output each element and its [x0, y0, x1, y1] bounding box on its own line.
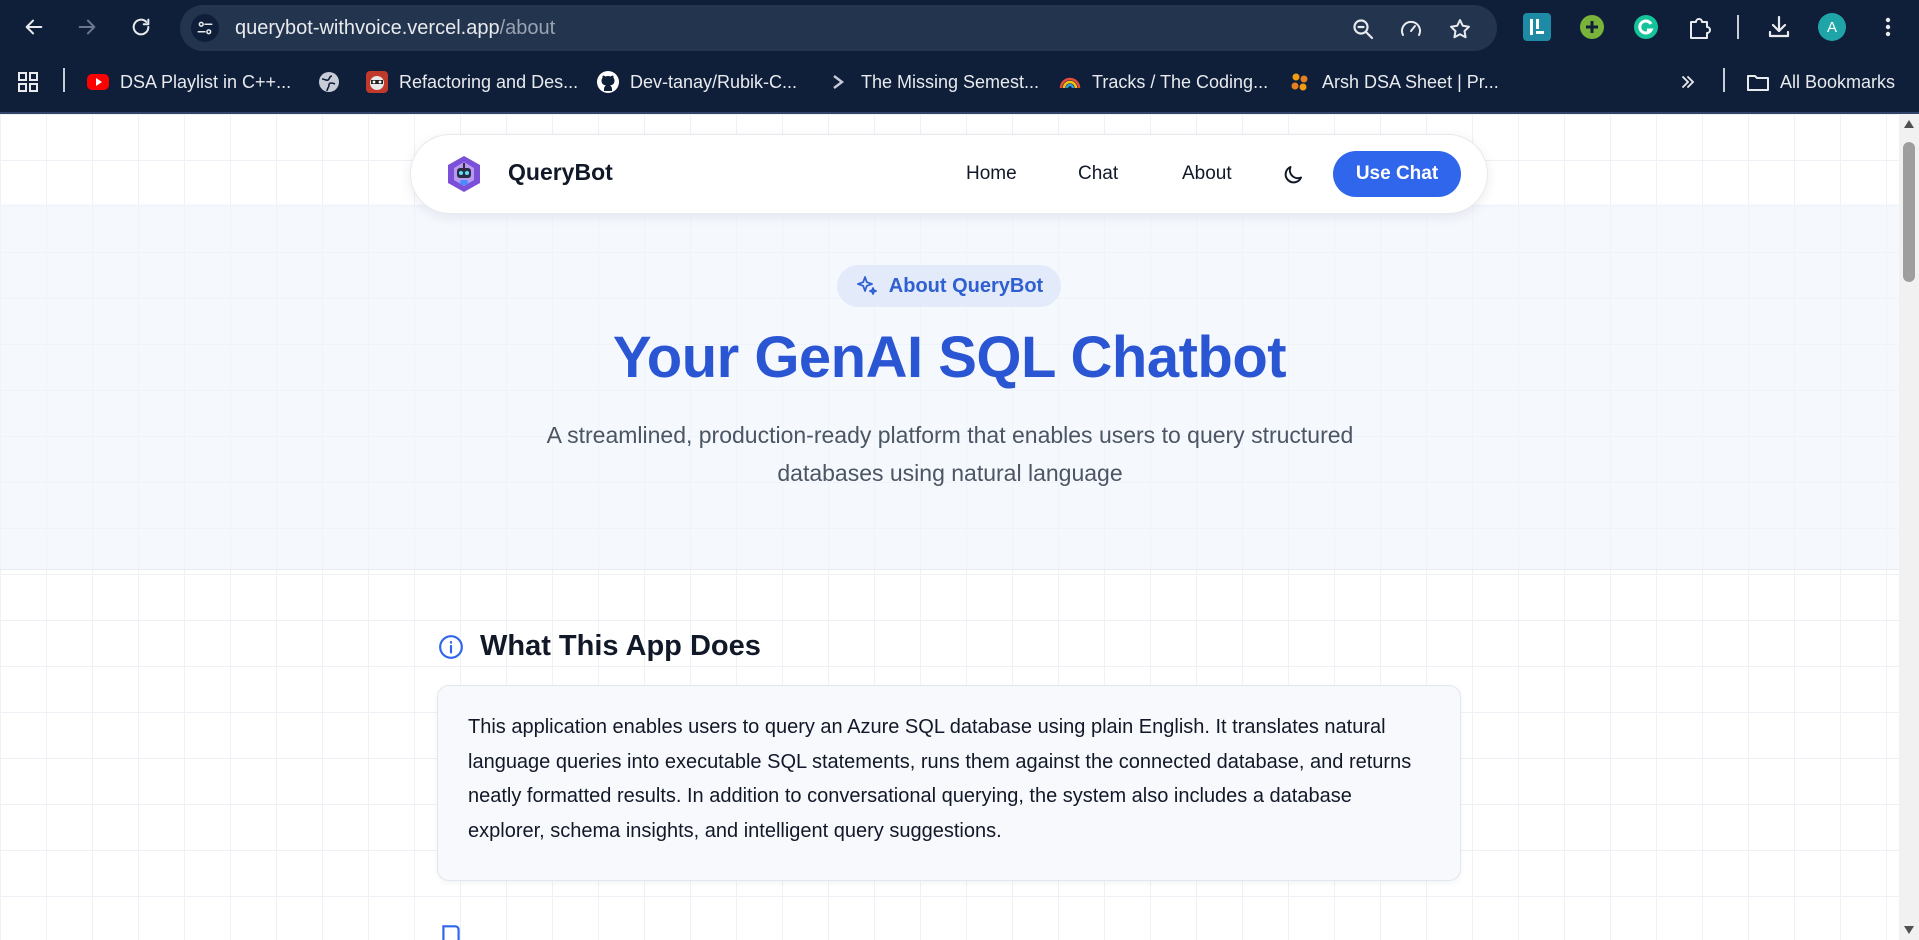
all-bookmarks-label: All Bookmarks [1780, 71, 1896, 92]
raccoon-icon [366, 71, 388, 93]
extension-grammarly-icon[interactable] [1632, 13, 1660, 41]
extensions-puzzle-icon[interactable] [1686, 13, 1714, 41]
browser-chrome: querybot-withvoice.vercel.app/about A DS… [0, 0, 1919, 114]
extension-plus-icon[interactable] [1578, 13, 1606, 41]
description-card: This application enables users to query … [437, 685, 1461, 881]
bookmark-label: The Missing Semest... [861, 71, 1040, 92]
hero-subtitle: A streamlined, production-ready platform… [480, 416, 1420, 492]
next-section-heading-partial [438, 922, 464, 940]
site-info-icon[interactable] [191, 14, 219, 42]
page-scrollbar[interactable] [1899, 114, 1919, 940]
arrow-left-icon [25, 19, 43, 35]
bookmarks-divider [63, 68, 65, 92]
reload-button[interactable] [126, 12, 156, 42]
github-icon [597, 71, 619, 93]
url-host: querybot-withvoice.vercel.app [235, 17, 500, 39]
youtube-icon [87, 74, 109, 90]
bookmark-label: Arsh DSA Sheet | Pr... [1322, 71, 1499, 92]
performance-gauge-icon[interactable] [1399, 17, 1423, 41]
about-badge: About QueryBot [837, 265, 1061, 307]
globe-icon [319, 72, 339, 92]
hero-title: Your GenAI SQL Chatbot [612, 325, 1287, 390]
forward-button[interactable] [72, 12, 102, 42]
browser-menu-icon[interactable] [1874, 13, 1902, 41]
apps-grid-icon[interactable] [16, 68, 40, 96]
profile-avatar[interactable]: A [1818, 13, 1846, 41]
bookmark-rubik[interactable]: Dev-tanay/Rubik-C... [596, 68, 797, 96]
hero-subtitle-line: databases using natural language [777, 460, 1123, 486]
site-navbar: QueryBot Home Chat About Use Chat [410, 134, 1488, 214]
terminal-icon [833, 75, 844, 89]
bookmark-star-icon[interactable] [1448, 17, 1472, 41]
bookmark-label: Tracks / The Coding... [1092, 71, 1269, 92]
section-heading: What This App Does [438, 630, 761, 663]
bookmarks-divider-right [1723, 68, 1725, 92]
bookmark-refactoring[interactable]: Refactoring and Des... [365, 68, 578, 96]
bookmark-tracks[interactable]: Tracks / The Coding... [1058, 68, 1268, 96]
querybot-logo-icon[interactable] [443, 153, 485, 195]
bookmark-dsa-playlist[interactable]: DSA Playlist in C++... [86, 68, 291, 96]
scroll-up-arrow[interactable] [1904, 120, 1914, 128]
folder-icon [1747, 75, 1769, 91]
extension-notion-icon[interactable] [1523, 13, 1551, 41]
arrow-right-icon [78, 19, 96, 35]
info-icon [439, 634, 463, 659]
rainbow-icon [1059, 77, 1081, 89]
bookmark-label: Refactoring and Des... [399, 71, 579, 92]
hero-subtitle-line: A streamlined, production-ready platform… [546, 422, 1354, 448]
browser-toolbar: querybot-withvoice.vercel.app/about A [0, 0, 1919, 54]
bookmark-globe[interactable] [317, 68, 341, 96]
back-button[interactable] [19, 12, 49, 42]
bookmarks-overflow-icon[interactable] [1678, 68, 1698, 96]
url-path: /about [499, 17, 556, 39]
all-bookmarks-button[interactable]: All Bookmarks [1746, 68, 1895, 96]
downloads-icon[interactable] [1765, 13, 1793, 41]
bookmark-missing-semester[interactable]: The Missing Semest... [827, 68, 1039, 96]
bookmark-arsh-dsa[interactable]: Arsh DSA Sheet | Pr... [1288, 68, 1499, 96]
toolbar-divider [1737, 15, 1739, 39]
use-chat-button[interactable]: Use Chat [1333, 151, 1461, 197]
sparkles-icon [856, 276, 877, 295]
dots-icon [1291, 73, 1308, 91]
nav-link-home[interactable]: Home [966, 163, 1017, 185]
nav-link-about[interactable]: About [1182, 163, 1232, 185]
book-icon [442, 925, 460, 940]
badge-label: About QueryBot [888, 274, 1044, 297]
section-title: What This App Does [480, 630, 761, 662]
reload-icon [132, 18, 150, 36]
bookmarks-bar: DSA Playlist in C++... Refactoring and D… [0, 64, 1919, 100]
url-text[interactable]: querybot-withvoice.vercel.app/about [235, 17, 555, 40]
page-viewport: QueryBot Home Chat About Use Chat About … [0, 114, 1899, 940]
scrollbar-thumb[interactable] [1903, 142, 1915, 282]
scroll-down-arrow[interactable] [1904, 926, 1914, 934]
zoom-icon[interactable] [1351, 17, 1375, 41]
nav-link-chat[interactable]: Chat [1078, 163, 1118, 185]
moon-icon[interactable] [1281, 163, 1305, 187]
bookmark-label: DSA Playlist in C++... [120, 71, 292, 92]
brand-name[interactable]: QueryBot [508, 159, 613, 186]
description-text: This application enables users to query … [468, 716, 1412, 842]
bookmark-label: Dev-tanay/Rubik-C... [630, 71, 798, 92]
address-bar[interactable]: querybot-withvoice.vercel.app/about [180, 5, 1497, 51]
